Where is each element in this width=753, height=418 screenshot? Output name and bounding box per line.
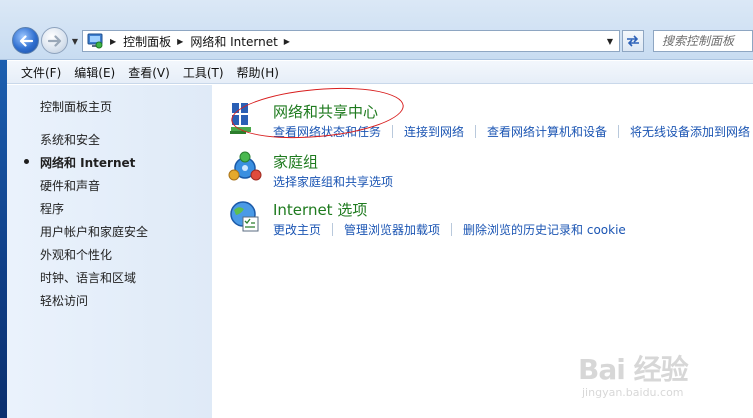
link-manage-addons[interactable]: 管理浏览器加载项	[344, 221, 440, 238]
menu-file[interactable]: 文件(F)	[15, 64, 67, 81]
link-divider	[618, 125, 620, 138]
link-change-homepage[interactable]: 更改主页	[273, 221, 321, 238]
link-view-network-computers[interactable]: 查看网络计算机和设备	[487, 123, 607, 140]
left-nav-network-internet[interactable]: 网络和 Internet	[40, 154, 135, 171]
left-nav-home[interactable]: 控制面板主页	[40, 98, 112, 115]
watermark-url: jingyan.baidu.com	[582, 386, 684, 399]
link-homegroup-sharing-options[interactable]: 选择家庭组和共享选项	[273, 173, 393, 190]
search-input[interactable]	[662, 34, 752, 48]
category-links: 选择家庭组和共享选项	[273, 173, 393, 190]
link-add-wireless-device[interactable]: 将无线设备添加到网络	[630, 123, 750, 140]
category-title-internet-options[interactable]: Internet 选项	[273, 199, 367, 220]
refresh-icon	[627, 35, 639, 47]
breadcrumb-separator-icon: ▶	[110, 36, 117, 46]
address-dropdown-icon[interactable]: ▼	[604, 35, 616, 47]
link-divider	[451, 223, 453, 236]
watermark-brand: Bai 经验	[578, 353, 689, 386]
breadcrumb-separator-icon[interactable]: ▶	[177, 37, 183, 46]
recent-pages-dropdown[interactable]: ▼	[70, 36, 80, 46]
category-links: 更改主页 管理浏览器加载项 删除浏览的历史记录和 cookie	[273, 221, 626, 238]
back-button[interactable]	[12, 27, 39, 54]
breadcrumb-network-internet[interactable]: 网络和 Internet	[190, 33, 277, 50]
current-item-bullet-icon	[24, 159, 29, 164]
navigation-bar: ▼ ▶ 控制面板 ▶ 网络和 Internet ▶ ▼	[0, 0, 753, 60]
watermark: Bai 经验 jingyan.baidu.com	[578, 348, 748, 414]
forward-button[interactable]	[41, 27, 68, 54]
link-connect-network[interactable]: 连接到网络	[404, 123, 464, 140]
forward-arrow-icon	[47, 34, 61, 47]
left-nav-appearance[interactable]: 外观和个性化	[40, 246, 112, 263]
left-nav-clock-language-region[interactable]: 时钟、语言和区域	[40, 269, 136, 286]
category-links: 查看网络状态和任务 连接到网络 查看网络计算机和设备 将无线设备添加到网络	[273, 123, 750, 140]
category-homegroup: 家庭组 选择家庭组和共享选项	[228, 151, 628, 191]
left-nav-user-accounts[interactable]: 用户帐户和家庭安全	[40, 223, 148, 240]
category-network-sharing: 网络和共享中心 查看网络状态和任务 连接到网络 查看网络计算机和设备 将无线设备…	[228, 101, 753, 141]
back-arrow-icon	[19, 34, 33, 47]
category-title-network-sharing[interactable]: 网络和共享中心	[273, 101, 378, 122]
link-view-network-status[interactable]: 查看网络状态和任务	[273, 123, 381, 140]
left-navigation-pane: 控制面板主页 系统和安全 网络和 Internet 硬件和声音 程序 用户帐户和…	[7, 85, 212, 418]
left-nav-system-security[interactable]: 系统和安全	[40, 131, 100, 148]
left-nav-ease-of-access[interactable]: 轻松访问	[40, 292, 88, 309]
link-divider	[475, 125, 477, 138]
refresh-button[interactable]	[622, 30, 644, 52]
menu-bar: 文件(F) 编辑(E) 查看(V) 工具(T) 帮助(H)	[7, 61, 753, 84]
link-delete-history[interactable]: 删除浏览的历史记录和 cookie	[463, 221, 626, 238]
network-sharing-icon	[230, 103, 251, 134]
search-box[interactable]	[653, 30, 753, 52]
left-nav-programs[interactable]: 程序	[40, 200, 64, 217]
homegroup-icon	[228, 151, 262, 181]
left-nav-hardware-sound[interactable]: 硬件和声音	[40, 177, 100, 194]
menu-edit[interactable]: 编辑(E)	[68, 64, 121, 81]
menu-help[interactable]: 帮助(H)	[231, 64, 285, 81]
address-bar[interactable]: ▶ 控制面板 ▶ 网络和 Internet ▶ ▼	[82, 30, 620, 52]
breadcrumb-separator-icon[interactable]: ▶	[284, 37, 290, 46]
link-divider	[332, 223, 334, 236]
link-divider	[392, 125, 394, 138]
control-panel-icon	[87, 33, 103, 49]
internet-options-icon	[230, 201, 259, 232]
menu-tools[interactable]: 工具(T)	[177, 64, 230, 81]
desktop-background-strip	[0, 60, 7, 418]
menu-view[interactable]: 查看(V)	[122, 64, 176, 81]
category-title-homegroup[interactable]: 家庭组	[273, 151, 318, 172]
breadcrumb-control-panel[interactable]: 控制面板	[123, 33, 171, 50]
category-internet-options: Internet 选项 更改主页 管理浏览器加载项 删除浏览的历史记录和 coo…	[228, 199, 708, 239]
